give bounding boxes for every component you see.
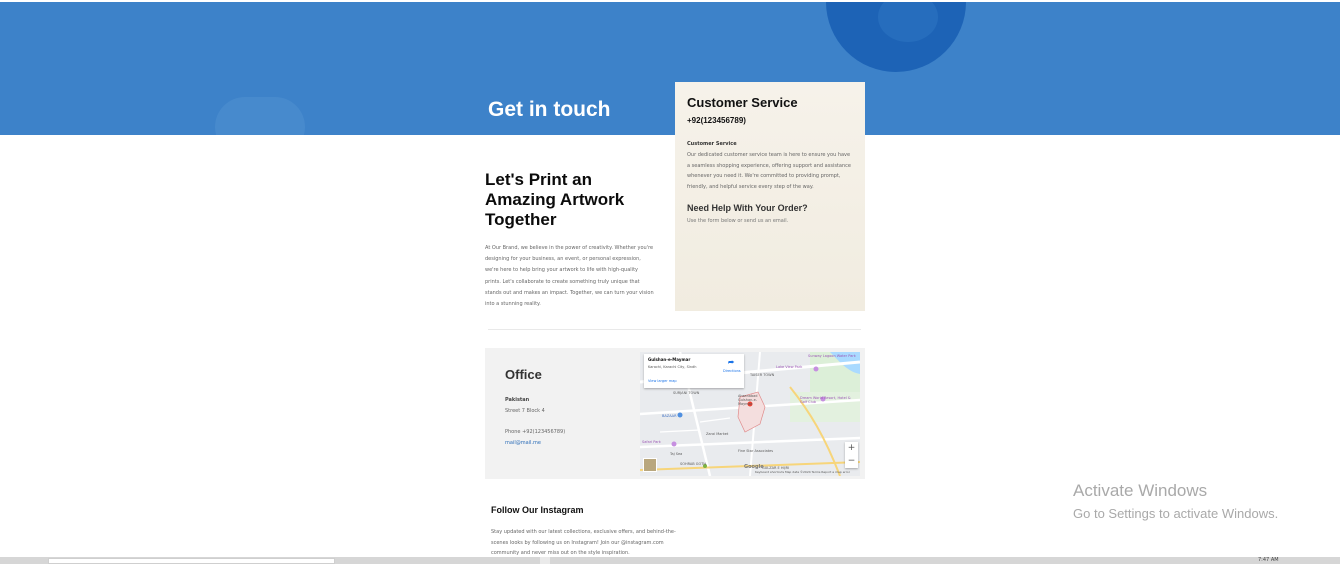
map-label-surjani-town: SURJANI TOWN — [673, 391, 700, 395]
map-label-water-park: Sunway Lagoon Water Park — [808, 354, 856, 358]
customer-service-subtitle: Customer Service — [687, 141, 737, 147]
directions-icon[interactable]: ⮫ — [728, 359, 735, 368]
page-title: Get in touch — [488, 98, 611, 121]
activate-windows-title: Activate Windows — [1073, 481, 1208, 500]
instagram-description: Stay updated with our latest collections… — [491, 529, 676, 556]
taskbar: 7:47 AM — [0, 557, 1340, 564]
map-label-zarai-market: Zarai Market — [706, 432, 729, 436]
customer-service-card: Customer Service +92(123456789) Customer… — [675, 82, 865, 311]
map-label-dream-world: Dream World Resort, Hotel & Golf Club — [800, 396, 851, 404]
zoom-out-button[interactable]: − — [845, 455, 858, 468]
map-label-taj-sea: Taj Sea — [670, 452, 683, 456]
map-zoom-control: + − — [845, 442, 858, 468]
view-larger-map-link[interactable]: View larger map — [648, 379, 677, 383]
office-phone: Phone +92(123456789) — [505, 429, 566, 435]
customer-service-phone[interactable]: +92(123456789) — [687, 116, 853, 125]
embedded-map[interactable]: TAISER TOWN SURJANI TOWN Ahsanabad Gulsh… — [640, 352, 860, 476]
hero-decoration-faint — [215, 97, 305, 135]
print-section-heading: Let's Print an Amazing Artwork Together — [485, 170, 625, 229]
activate-windows-subtitle: Go to Settings to activate Windows. — [1073, 506, 1279, 521]
map-label-bazaar: BAZAAR — [662, 414, 677, 418]
order-help-title: Need Help With Your Order? — [687, 203, 808, 213]
map-label-sohrab-goth: SOHRAB GOTH — [680, 462, 707, 466]
customer-service-title: Customer Service — [687, 95, 798, 110]
map-label-ahsanabad: Ahsanabad Gulshan-e-Maymar — [738, 394, 758, 406]
office-country: Pakistan — [505, 397, 530, 403]
map-label-fine-star: Fine Star Associates — [738, 449, 774, 453]
map-footer-links[interactable]: Keyboard shortcuts Map data ©2024 Terms … — [755, 470, 850, 474]
hero-banner — [0, 2, 1340, 135]
map-label-taiser-town: TAISER TOWN — [750, 373, 775, 377]
taskbar-search-box[interactable] — [48, 558, 335, 564]
office-street: Street 7 Block 4 — [505, 408, 545, 414]
taskbar-clock: 7:47 AM — [1258, 557, 1279, 563]
office-email-link[interactable]: mail@mail.me — [505, 440, 541, 446]
satellite-toggle[interactable] — [643, 458, 657, 472]
print-section-description: At Our Brand, we believe in the power of… — [485, 245, 654, 308]
map-label-safari: Safari Park — [642, 440, 661, 444]
order-help-note: Use the form below or send us an email. — [687, 218, 789, 224]
taskbar-item[interactable] — [540, 557, 550, 564]
map-place-name: Gulshan-e-Maymar — [648, 357, 691, 362]
map-place-card: Gulshan-e-Maymar Karachi, Karachi City, … — [644, 354, 744, 388]
office-title: Office — [505, 367, 542, 382]
contact-page: Get in touch Customer Service +92(123456… — [0, 0, 1340, 564]
instagram-title: Follow Our Instagram — [491, 505, 584, 515]
map-label-lake-view: Lake View Park — [776, 365, 803, 369]
customer-service-description: Our dedicated customer service team is h… — [687, 152, 851, 190]
directions-link[interactable]: Directions — [723, 369, 741, 373]
zoom-in-button[interactable]: + — [845, 442, 858, 455]
section-divider — [488, 329, 861, 330]
